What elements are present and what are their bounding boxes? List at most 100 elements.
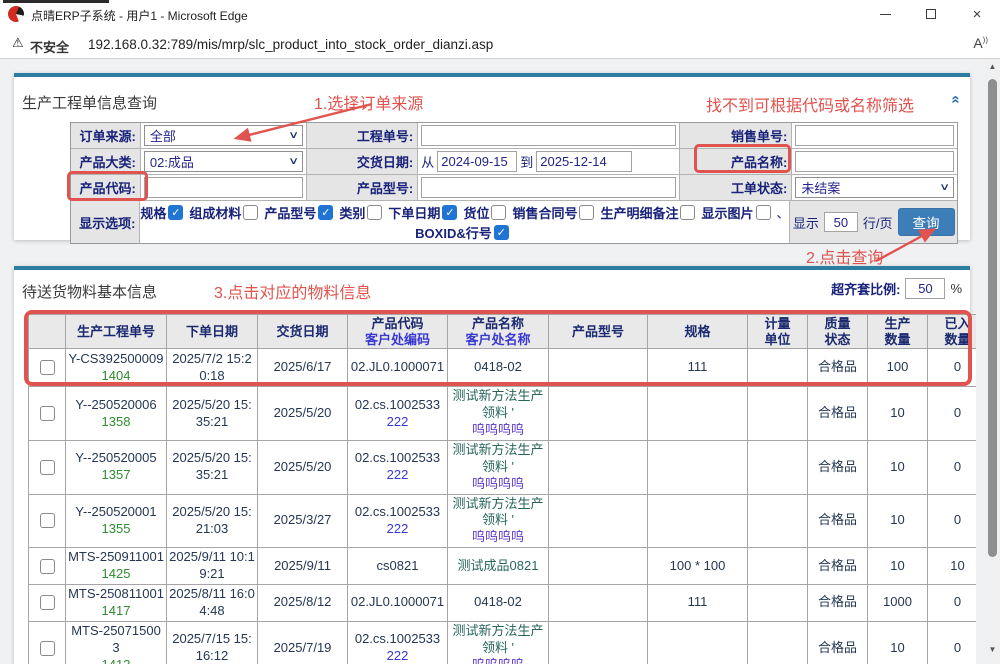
table-row[interactable]: Y-CS39250000914042025/7/2 15:20:182025/6… xyxy=(29,349,977,387)
checkbox-unchecked[interactable] xyxy=(680,205,695,220)
row-checkbox[interactable] xyxy=(40,360,55,375)
row-checkbox[interactable] xyxy=(40,406,55,421)
cell-delivery-date: 2025/6/17 xyxy=(258,349,348,387)
work-order-input[interactable] xyxy=(421,125,675,146)
search-button[interactable]: 查询 xyxy=(898,208,955,236)
header-line: 下单日期 xyxy=(169,324,255,340)
minimize-button[interactable] xyxy=(862,0,908,28)
product-model-input[interactable] xyxy=(421,177,675,198)
display-option: 销售合同号 xyxy=(512,203,594,222)
chevron-down-icon: ∨ xyxy=(288,156,299,167)
cell-order-date: 2025/7/2 15:20:18 xyxy=(167,349,258,387)
checkbox-unchecked[interactable] xyxy=(579,205,594,220)
date-to-input[interactable] xyxy=(536,151,632,172)
display-options-line1: 规格✓组成材料产品型号✓类别下单日期✓货位销售合同号生产明细备注显示图片、 xyxy=(140,203,789,222)
header-line: 生产工程单号 xyxy=(68,324,164,340)
cell-product-code: 02.JL0.1000071 xyxy=(348,349,448,387)
scrollbar-thumb[interactable] xyxy=(988,79,997,557)
cell-delivery-date: 2025/9/11 xyxy=(258,548,348,585)
cell-quality: 合格品 xyxy=(808,584,868,621)
table-row[interactable]: Y--25052000613582025/5/20 15:35:212025/5… xyxy=(29,387,977,441)
checkbox-unchecked[interactable] xyxy=(367,205,382,220)
page-scrollbar[interactable]: ▲ ▼ xyxy=(985,59,1000,664)
customer-code: 222 xyxy=(350,521,445,538)
header-line: 状态 xyxy=(810,332,865,348)
display-option: 货位 xyxy=(463,203,506,222)
cell-order-no: Y--2505200051357 xyxy=(66,440,167,494)
product-name: 0418-02 xyxy=(450,359,546,376)
cell-qty-in: 0 xyxy=(928,440,977,494)
table-row[interactable]: Y--25052000113552025/5/20 15:21:032025/3… xyxy=(29,494,977,548)
warning-icon: ⚠ xyxy=(12,35,24,51)
cell-model xyxy=(549,584,648,621)
order-source-value: 全部 xyxy=(150,126,176,145)
cell-model xyxy=(549,548,648,585)
order-source-label: 订单来源: xyxy=(71,123,141,149)
product-code-input[interactable] xyxy=(144,177,304,198)
product-name-label: 产品名称: xyxy=(680,149,793,175)
cell-unit xyxy=(748,387,808,441)
pager-perpage-label: 行/页 xyxy=(863,213,893,232)
pager-show-label: 显示 xyxy=(793,213,819,232)
security-label[interactable]: 不安全 xyxy=(30,37,69,56)
checkbox-checked[interactable]: ✓ xyxy=(494,225,509,240)
row-checkbox[interactable] xyxy=(40,641,55,656)
order-source-select[interactable]: 全部 ∨ xyxy=(144,125,304,146)
checkbox-unchecked[interactable] xyxy=(756,205,771,220)
checkbox-unchecked[interactable] xyxy=(491,205,506,220)
cell-product-name: 测试新方法生产领料 '呜呜呜呜 xyxy=(448,440,549,494)
read-aloud-icon[interactable]: A)) xyxy=(973,35,988,51)
checkbox-checked[interactable]: ✓ xyxy=(168,205,183,220)
ratio-input[interactable] xyxy=(905,278,945,299)
url-text[interactable]: 192.168.0.32:789/mis/mrp/slc_product_int… xyxy=(88,37,493,52)
table-row[interactable]: MTS-25071500314132025/7/15 15:16:122025/… xyxy=(29,621,977,664)
row-checkbox[interactable] xyxy=(40,460,55,475)
cell-spec xyxy=(648,494,748,548)
cell-order-no: MTS-2508110011417 xyxy=(66,584,167,621)
order-no: Y--250520001 xyxy=(68,504,164,521)
header-line: 已入 xyxy=(930,316,976,332)
collapse-panel-icon[interactable]: « xyxy=(947,95,964,103)
product-model-label: 产品型号: xyxy=(307,175,418,201)
product-category-select[interactable]: 02:成品 ∨ xyxy=(144,151,304,172)
materials-table: 生产工程单号下单日期交货日期产品代码客户处编码产品名称客户处名称产品型号规格计量… xyxy=(28,314,976,664)
rows-per-page-input[interactable] xyxy=(824,212,858,232)
table-row[interactable]: MTS-25081100114172025/8/11 16:04:482025/… xyxy=(29,584,977,621)
checkbox-checked[interactable]: ✓ xyxy=(442,205,457,220)
sales-order-label: 销售单号: xyxy=(680,123,793,149)
order-status-select[interactable]: 未结案 ∨ xyxy=(795,177,954,198)
display-options-line2: BOXID&行号✓ xyxy=(415,223,515,242)
scroll-up-icon[interactable]: ▲ xyxy=(985,62,1000,71)
cell-model xyxy=(549,387,648,441)
scroll-down-icon[interactable]: ▼ xyxy=(985,645,1000,654)
option-label: 显示图片 xyxy=(701,203,753,222)
cell-model xyxy=(549,440,648,494)
cell-checkbox xyxy=(29,548,66,585)
date-from-input[interactable] xyxy=(437,151,517,172)
order-no: Y-CS392500009 xyxy=(68,351,164,368)
cell-order-no: Y--2505200011355 xyxy=(66,494,167,548)
row-checkbox[interactable] xyxy=(40,559,55,574)
checkbox-unchecked[interactable] xyxy=(243,205,258,220)
checkbox-checked[interactable]: ✓ xyxy=(318,205,333,220)
close-button[interactable]: × xyxy=(954,0,1000,28)
cell-order-date: 2025/5/20 15:21:03 xyxy=(167,494,258,548)
table-row[interactable]: Y--25052000513572025/5/20 15:35:212025/5… xyxy=(29,440,977,494)
cell-order-no: MTS-2507150031413 xyxy=(66,621,167,664)
annotation-filter-hint: 找不到可根据代码或名称筛选 xyxy=(706,92,914,116)
order-no: MTS-250911001 xyxy=(68,549,164,566)
cell-model xyxy=(549,621,648,664)
order-status-label: 工单状态: xyxy=(680,175,793,201)
product-name: 测试新方法生产领料 ' xyxy=(450,388,546,422)
product-name-input[interactable] xyxy=(795,151,954,172)
display-option: 组成材料 xyxy=(189,203,258,222)
row-checkbox[interactable] xyxy=(40,513,55,528)
maximize-button[interactable] xyxy=(908,0,954,28)
row-checkbox[interactable] xyxy=(40,595,55,610)
display-option: 生产明细备注 xyxy=(600,203,695,222)
customer-name: 呜呜呜呜 xyxy=(450,422,546,439)
table-row[interactable]: MTS-25091100114252025/9/11 10:19:212025/… xyxy=(29,548,977,585)
sales-order-input[interactable] xyxy=(795,125,954,146)
cell-quality: 合格品 xyxy=(808,349,868,387)
product-category-value: 02:成品 xyxy=(150,152,194,171)
